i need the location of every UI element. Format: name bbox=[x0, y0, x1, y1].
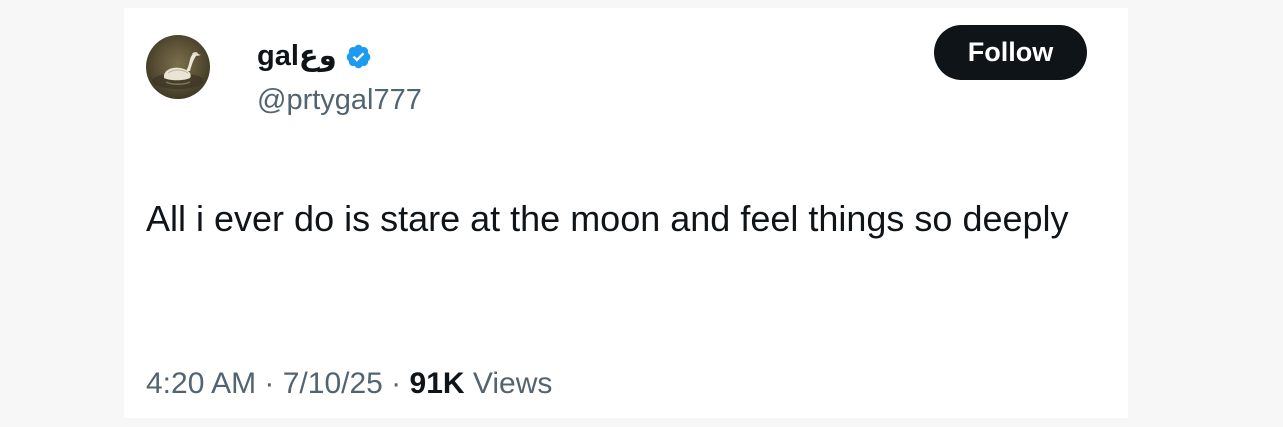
display-name-row: galوع bbox=[257, 38, 372, 74]
views-count[interactable]: 91K bbox=[410, 367, 465, 400]
display-name[interactable]: galوع bbox=[257, 38, 337, 74]
tweet-meta: 4:20 AM · 7/10/25 · 91K Views bbox=[146, 364, 552, 404]
avatar[interactable] bbox=[146, 35, 210, 99]
views-label: Views bbox=[472, 367, 553, 400]
tweet-time[interactable]: 4:20 AM bbox=[146, 367, 256, 400]
meta-separator: · bbox=[382, 367, 410, 400]
swan-avatar-icon bbox=[152, 52, 204, 89]
tweet-date[interactable]: 7/10/25 bbox=[283, 367, 383, 400]
meta-separator: · bbox=[256, 367, 283, 400]
tweet-text: All i ever do is stare at the moon and f… bbox=[146, 198, 1069, 239]
user-handle[interactable]: @prtygal777 bbox=[257, 82, 422, 118]
tweet-card: galوع @prtygal777 Follow All i ever do i… bbox=[124, 8, 1128, 418]
follow-button[interactable]: Follow bbox=[934, 25, 1087, 80]
verified-badge-icon[interactable] bbox=[345, 43, 372, 70]
